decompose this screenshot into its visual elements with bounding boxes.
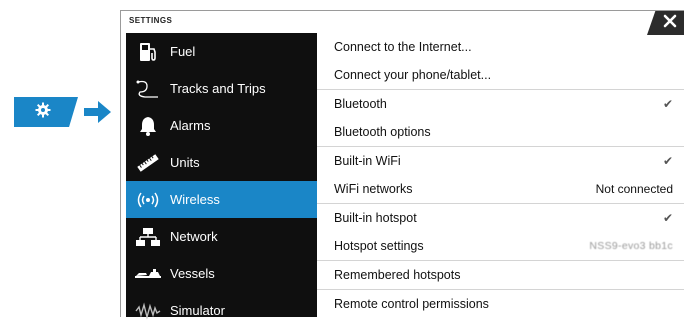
close-icon [655,14,677,33]
row-label: Connect to the Internet... [334,40,472,55]
checkmark-icon[interactable]: ✔ [663,211,673,225]
sidebar-item-label: Tracks and Trips [170,81,266,96]
sidebar-item-label: Wireless [170,192,220,207]
wireless-icon [126,181,170,218]
network-icon [126,218,170,255]
sidebar-item-vessels[interactable]: Vessels [126,255,317,292]
list-item-built-in-hotspot[interactable]: Built-in hotspot ✔ [317,204,684,233]
arrow-right-icon [84,100,112,129]
checkmark-icon[interactable]: ✔ [663,97,673,111]
list-item-bluetooth[interactable]: Bluetooth ✔ [317,90,684,119]
sidebar-item-network[interactable]: Network [126,218,317,255]
bell-icon [126,107,170,144]
wireless-settings-list: Connect to the Internet... Connect your … [317,33,684,317]
sidebar-item-label: Alarms [170,118,211,133]
row-label: Remembered hotspots [334,267,461,282]
window-title: SETTINGS [129,16,173,25]
sidebar-item-label: Units [170,155,200,170]
sidebar-item-label: Vessels [170,266,215,281]
list-item-hotspot-settings[interactable]: Hotspot settings NSS9-evo3 bb1c [317,233,684,261]
list-item-wifi-networks[interactable]: WiFi networks Not connected [317,176,684,204]
settings-pointer-badge [14,97,78,127]
sidebar-item-tracks-and-trips[interactable]: Tracks and Trips [126,70,317,107]
sidebar-item-label: Fuel [170,44,196,59]
row-label: Hotspot settings [334,239,424,254]
sidebar-item-wireless[interactable]: Wireless [126,181,317,218]
list-item-connect-phone[interactable]: Connect your phone/tablet... [317,62,684,90]
sidebar-item-units[interactable]: Units [126,144,317,181]
checkmark-icon[interactable]: ✔ [663,154,673,168]
list-item-remembered-hotspots[interactable]: Remembered hotspots [317,261,684,290]
row-label: Connect your phone/tablet... [334,68,492,83]
settings-window: SETTINGS Fuel Tracks and Trips Alarms Un… [120,10,684,320]
wifi-status-value: Not connected [595,182,673,197]
simulator-icon [126,292,170,329]
row-label: Built-in hotspot [334,211,417,226]
gear-icon [35,102,51,123]
hotspot-name-value: NSS9-evo3 bb1c [589,240,673,253]
sidebar-item-fuel[interactable]: Fuel [126,33,317,70]
list-item-remote-control-permissions[interactable]: Remote control permissions [317,290,684,319]
sidebar-item-label: Network [170,229,218,244]
row-label: Bluetooth options [334,125,431,140]
list-item-built-in-wifi[interactable]: Built-in WiFi ✔ [317,147,684,176]
settings-category-list: Fuel Tracks and Trips Alarms Units Wirel… [126,33,317,320]
sidebar-item-simulator[interactable]: Simulator [126,292,317,329]
title-bar: SETTINGS [121,11,684,33]
fuel-pump-icon [126,33,170,70]
row-label: Remote control permissions [334,296,489,311]
row-label: Built-in WiFi [334,154,401,169]
row-label: Bluetooth [334,97,387,112]
ruler-icon [126,144,170,181]
vessels-icon [126,255,170,292]
tracks-icon [126,70,170,107]
sidebar-item-alarms[interactable]: Alarms [126,107,317,144]
row-label: WiFi networks [334,182,413,197]
list-item-connect-internet[interactable]: Connect to the Internet... [317,33,684,62]
list-item-bluetooth-options[interactable]: Bluetooth options [317,119,684,147]
